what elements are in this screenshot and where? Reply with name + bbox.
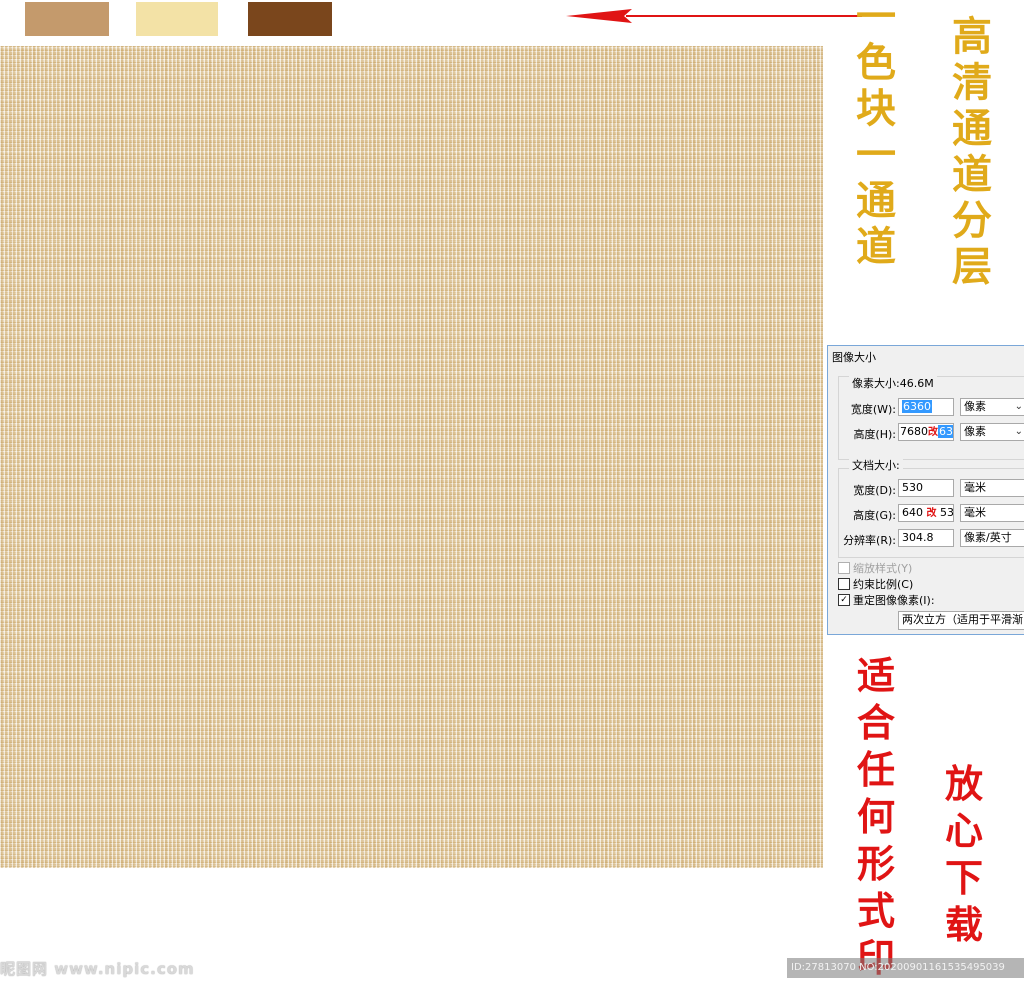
char: 心 (945, 808, 984, 853)
resample-method: 两次立方（适用于平滑渐变 (902, 613, 1023, 626)
char: 通 (952, 105, 992, 152)
dialog-title: 图像大小 (832, 351, 876, 364)
checkbox-box (838, 562, 850, 574)
left-arrow-icon (566, 9, 862, 23)
height-old-value: 7680 (900, 425, 928, 438)
resolution-unit: 像素/英寸 (964, 531, 1012, 544)
resolution-input[interactable]: 304.8 (898, 529, 954, 547)
width-input[interactable]: 6360 (898, 398, 954, 416)
width-value: 6360 (902, 400, 932, 413)
resample-label: 重定图像像素(I): (853, 594, 935, 607)
color-swatch-dark-brown (248, 2, 332, 36)
pixel-dimensions-label: 像素大小:46.6M (849, 375, 937, 391)
resolution-unit-select[interactable]: 像素/英寸 (960, 529, 1024, 547)
image-size-dialog: 图像大小 像素大小:46.6M 宽度(W): 6360 像素 ⌄ 高度(H): 7… (827, 345, 1024, 635)
hd-channel-layers-text: 高 清 通 道 分 层 (952, 14, 992, 290)
checkbox-box (838, 578, 850, 590)
change-mark: 改 (928, 427, 938, 438)
resample-checkbox[interactable]: ✓ 重定图像像素(I): (838, 592, 935, 608)
height-unit-select[interactable]: 像素 ⌄ (960, 423, 1024, 441)
doc-height-value: 530 (940, 506, 954, 519)
resample-method-select[interactable]: 两次立方（适用于平滑渐变 (898, 611, 1024, 630)
char: 任 (857, 747, 896, 792)
char: 形 (857, 841, 896, 886)
char: 合 (857, 700, 896, 745)
doc-width-label: 宽度(D): (853, 484, 896, 497)
resolution-value: 304.8 (902, 531, 934, 544)
height-label: 高度(H): (853, 428, 896, 441)
width-label: 宽度(W): (850, 403, 896, 416)
doc-width-value: 530 (902, 481, 923, 494)
char: 道 (856, 223, 896, 270)
char: 高 (952, 13, 992, 60)
suitable-any-print-text: 适 合 任 何 形 式 印 (857, 652, 895, 981)
char: 清 (952, 59, 992, 106)
char: 色 (856, 39, 896, 86)
color-block-channel-text: 一 色 块 一 通 道 (856, 0, 896, 270)
color-swatch-light-brown (25, 2, 109, 36)
color-swatch-cream (136, 2, 218, 36)
change-mark: 改 (926, 508, 937, 519)
doc-height-unit: 毫米 (964, 506, 986, 519)
char: 适 (857, 653, 896, 698)
resolution-label: 分辨率(R): (843, 534, 896, 547)
checkmark-icon: ✓ (838, 594, 850, 606)
doc-height-input[interactable]: 640 改 530 (898, 504, 954, 522)
image-id-bar: ID:27813070 NO:20200901161535495039 (787, 958, 1024, 978)
width-unit-select[interactable]: 像素 ⌄ (960, 398, 1024, 416)
doc-height-unit-select[interactable]: 毫米 (960, 504, 1024, 522)
height-input[interactable]: 7680改6360 (898, 423, 954, 441)
char: 一 (856, 131, 896, 178)
char: 分 (952, 197, 992, 244)
linen-texture-preview (0, 46, 823, 868)
char: 何 (857, 794, 896, 839)
char: 层 (952, 243, 992, 290)
chevron-down-icon: ⌄ (1014, 426, 1023, 437)
doc-width-unit: 毫米 (964, 481, 986, 494)
char: 块 (856, 85, 896, 132)
site-watermark: 昵图网 www.nipic.com (0, 960, 195, 978)
doc-width-unit-select[interactable]: 毫米 (960, 479, 1024, 497)
char: 式 (857, 888, 896, 933)
char: 通 (856, 177, 896, 224)
doc-height-label: 高度(G): (853, 509, 896, 522)
scale-styles-label: 缩放样式(Y) (853, 562, 913, 575)
char: 放 (945, 761, 984, 806)
constrain-proportions-checkbox[interactable]: 约束比例(C) (838, 576, 913, 592)
char: 道 (952, 151, 992, 198)
scale-styles-checkbox[interactable]: 缩放样式(Y) (838, 560, 912, 576)
char: 一 (856, 0, 896, 40)
char: 下 (945, 855, 984, 900)
char: 载 (945, 902, 984, 947)
doc-width-input[interactable]: 530 (898, 479, 954, 497)
chevron-down-icon: ⌄ (1014, 401, 1023, 412)
doc-height-old-value: 640 (902, 506, 923, 519)
width-unit: 像素 (964, 400, 986, 413)
height-unit: 像素 (964, 425, 986, 438)
height-value: 6360 (938, 425, 953, 438)
document-size-label: 文档大小: (849, 457, 903, 473)
constrain-label: 约束比例(C) (853, 578, 914, 591)
download-assured-text: 放 心 下 载 (945, 760, 983, 948)
